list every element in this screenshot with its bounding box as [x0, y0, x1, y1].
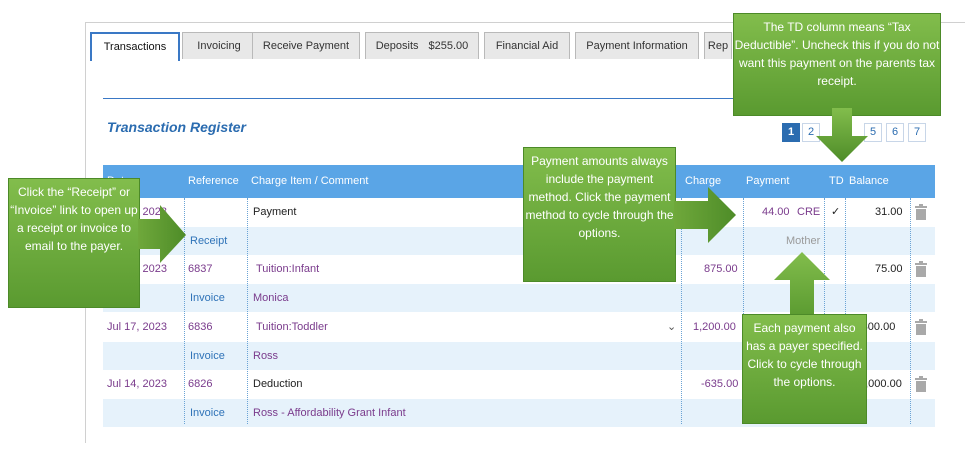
row-charge: -635.00	[701, 378, 739, 390]
header-reference[interactable]: Reference	[188, 165, 239, 198]
row-date: Jul 17, 2023	[107, 321, 167, 333]
callout-text: Click the “Receipt” or “Invoice” link to…	[10, 185, 138, 253]
callout-text: Each payment also has a payer specified.…	[746, 321, 863, 389]
tab-payment-information[interactable]: Payment Information	[575, 32, 699, 59]
row-item: Deduction	[253, 378, 303, 390]
row-balance: 75.00	[875, 263, 903, 275]
column-divider	[910, 198, 911, 424]
tab-label: Payment Information	[586, 40, 688, 52]
tab-receive-payment[interactable]: Receive Payment	[252, 32, 360, 59]
invoice-link[interactable]: Invoice	[190, 342, 225, 371]
header-td[interactable]: TD	[829, 165, 844, 198]
deposits-amount: $255.00	[428, 40, 469, 52]
tab-invoicing[interactable]: Invoicing	[182, 32, 256, 59]
invoice-link[interactable]: Invoice	[190, 399, 225, 428]
tab-label: Rep	[707, 40, 729, 52]
arrow-down-icon	[816, 108, 868, 162]
trash-icon[interactable]	[915, 261, 927, 277]
tab-deposits[interactable]: Deposits $255.00	[365, 32, 479, 59]
callout-receipt: Click the “Receipt” or “Invoice” link to…	[8, 178, 140, 308]
tab-label: Financial Aid	[495, 40, 559, 52]
row-charge: 1,200.00	[693, 321, 736, 333]
row-charge: 875.00	[704, 263, 738, 275]
tab-label: Transactions	[103, 41, 167, 53]
row-reference: 6837	[188, 263, 213, 275]
payment-method[interactable]: CRE	[797, 198, 820, 227]
receipt-link[interactable]: Receipt	[190, 227, 227, 256]
row-balance: 31.00	[875, 206, 903, 218]
page-1[interactable]: 1	[782, 123, 800, 142]
table-subrow: Receipt Mother	[103, 227, 935, 255]
arrow-right-icon	[138, 205, 186, 263]
table-row: Jul 20, 2023 Payment 44.00 CRE ✓ 31.00	[103, 198, 935, 227]
row-reference: 6836	[188, 321, 213, 333]
callout-text: Payment amounts always include the payme…	[525, 154, 674, 240]
row-comment: Ross - Affordability Grant Infant	[253, 407, 406, 419]
page-7[interactable]: 7	[908, 123, 926, 142]
trash-icon[interactable]	[915, 376, 927, 392]
row-item[interactable]: Tuition:Toddler	[256, 313, 328, 342]
row-comment: Ross	[253, 350, 279, 362]
table-header: Date Reference Charge Item / Comment Cha…	[103, 165, 935, 198]
tab-transactions[interactable]: Transactions	[90, 32, 180, 61]
payment-amount: 44.00	[762, 206, 790, 218]
trash-icon[interactable]	[915, 319, 927, 335]
arrow-right-icon	[674, 187, 736, 243]
page-title: Transaction Register	[107, 119, 247, 135]
callout-payer: Each payment also has a payer specified.…	[742, 314, 867, 424]
arrow-up-icon	[774, 252, 830, 318]
row-date: Jul 14, 2023	[107, 378, 167, 390]
tab-financial-aid[interactable]: Financial Aid	[484, 32, 570, 59]
header-balance[interactable]: Balance	[849, 165, 889, 198]
column-divider	[247, 198, 248, 424]
page-6[interactable]: 6	[886, 123, 904, 142]
tab-label: Invoicing	[197, 40, 241, 52]
td-checkbox[interactable]: ✓	[831, 198, 840, 227]
trash-icon[interactable]	[915, 204, 927, 220]
row-item: Tuition:Infant	[256, 263, 320, 275]
row-item: Payment	[253, 206, 297, 218]
invoice-link[interactable]: Invoice	[190, 284, 225, 313]
tab-reports[interactable]: Rep	[704, 32, 732, 59]
row-reference: 6826	[188, 378, 213, 390]
header-charge-item[interactable]: Charge Item / Comment	[251, 165, 368, 198]
callout-text: The TD column means “Tax Deductible”. Un…	[734, 20, 940, 88]
row-comment: Monica	[253, 292, 289, 304]
header-payment[interactable]: Payment	[746, 165, 789, 198]
tab-label: Receive Payment	[262, 40, 350, 52]
chevron-down-icon[interactable]: ⌄	[667, 320, 676, 333]
callout-payment: Payment amounts always include the payme…	[523, 147, 676, 282]
callout-td: The TD column means “Tax Deductible”. Un…	[733, 13, 941, 116]
tab-label: Deposits	[375, 40, 419, 52]
